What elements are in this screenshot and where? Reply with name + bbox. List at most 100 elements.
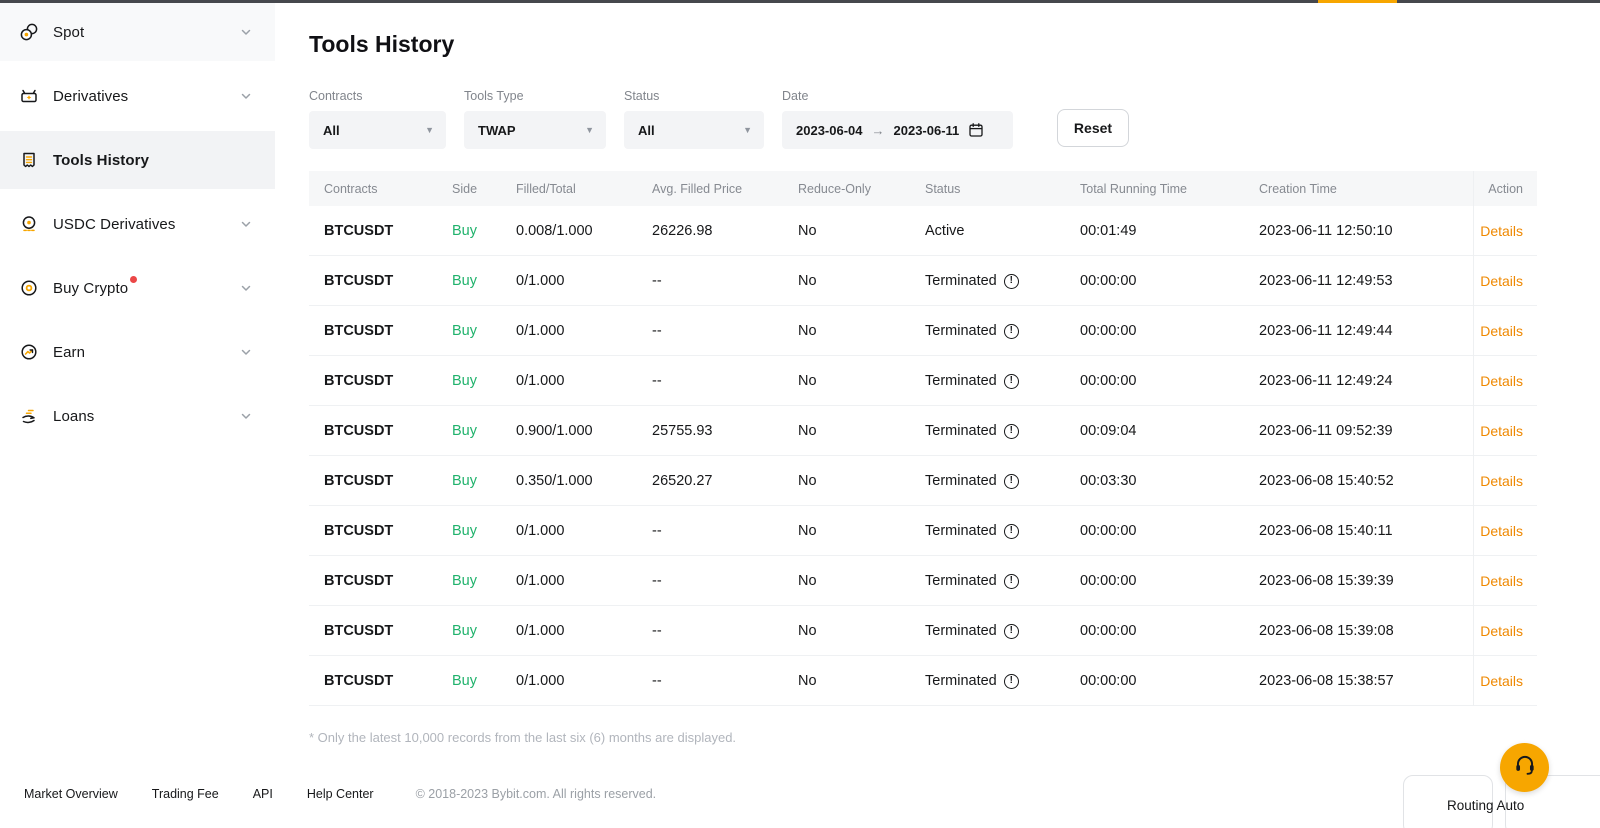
cell-filled-total: 0/1.000: [510, 273, 646, 289]
column-header-reduce-only: Reduce-Only: [792, 182, 919, 196]
footer-link-api[interactable]: API: [253, 787, 273, 801]
cell-status: Terminated !: [919, 573, 1074, 589]
cell-filled-total: 0.008/1.000: [510, 223, 646, 239]
caret-down-icon: ▼: [575, 125, 594, 135]
sidebar-item-earn[interactable]: Earn: [0, 323, 275, 381]
table-row: BTCUSDT Buy 0.008/1.000 26226.98 No Acti…: [309, 206, 1537, 256]
status-info-icon[interactable]: !: [1004, 524, 1019, 539]
details-link[interactable]: Details: [1480, 523, 1523, 539]
cell-total-running-time: 00:00:00: [1074, 523, 1253, 539]
details-link[interactable]: Details: [1480, 673, 1523, 689]
details-link[interactable]: Details: [1480, 473, 1523, 489]
cell-reduce-only: No: [792, 473, 919, 489]
cell-status: Terminated !: [919, 323, 1074, 339]
status-text: Terminated: [925, 323, 997, 339]
cell-side: Buy: [446, 673, 510, 689]
status-info-icon[interactable]: !: [1004, 574, 1019, 589]
status-info-icon[interactable]: !: [1004, 374, 1019, 389]
footer-link-help-center[interactable]: Help Center: [307, 787, 374, 801]
sidebar-item-buy-crypto[interactable]: Buy Crypto: [0, 259, 275, 317]
sidebar-item-loans[interactable]: Loans: [0, 387, 275, 445]
cell-action: Details: [1473, 256, 1537, 306]
earn-icon: [18, 341, 40, 363]
cell-action: Details: [1473, 206, 1537, 256]
cell-side: Buy: [446, 323, 510, 339]
records-note: * Only the latest 10,000 records from th…: [309, 730, 1537, 745]
cell-avg-filled-price: --: [646, 573, 792, 589]
cell-creation-time: 2023-06-08 15:39:39: [1253, 573, 1473, 589]
tools-history-icon: [18, 149, 40, 171]
cell-reduce-only: No: [792, 273, 919, 289]
footer: Market Overview Trading Fee API Help Cen…: [0, 779, 1600, 809]
notification-dot: [130, 276, 137, 283]
table-body: BTCUSDT Buy 0.008/1.000 26226.98 No Acti…: [309, 206, 1537, 706]
cell-status: Active: [919, 223, 1074, 239]
cell-total-running-time: 00:00:00: [1074, 273, 1253, 289]
date-filter-label: Date: [782, 89, 1013, 103]
contracts-filter: Contracts All ▼: [309, 89, 446, 149]
cell-filled-total: 0/1.000: [510, 523, 646, 539]
cell-avg-filled-price: --: [646, 523, 792, 539]
cell-total-running-time: 00:00:00: [1074, 323, 1253, 339]
reset-button[interactable]: Reset: [1057, 109, 1129, 147]
table-row: BTCUSDT Buy 0/1.000 -- No Terminated ! 0…: [309, 256, 1537, 306]
cell-creation-time: 2023-06-11 09:52:39: [1253, 423, 1473, 439]
sidebar-item-usdc-derivatives[interactable]: USDC Derivatives: [0, 195, 275, 253]
caret-down-icon: ▼: [733, 125, 752, 135]
sidebar-item-derivatives[interactable]: Derivatives: [0, 67, 275, 125]
details-link[interactable]: Details: [1480, 623, 1523, 639]
cell-creation-time: 2023-06-08 15:40:11: [1253, 523, 1473, 539]
status-info-icon[interactable]: !: [1004, 474, 1019, 489]
status-filter-label: Status: [624, 89, 764, 103]
cell-contracts: BTCUSDT: [309, 273, 446, 289]
status-info-icon[interactable]: !: [1004, 624, 1019, 639]
bybit-tools-history-page: Spot Derivatives: [0, 0, 1600, 828]
status-info-icon[interactable]: !: [1004, 274, 1019, 289]
cell-filled-total: 0.350/1.000: [510, 473, 646, 489]
cell-avg-filled-price: --: [646, 673, 792, 689]
status-info-icon[interactable]: !: [1004, 674, 1019, 689]
sidebar-item-label: Derivatives: [53, 88, 128, 105]
cell-creation-time: 2023-06-08 15:39:08: [1253, 623, 1473, 639]
details-link[interactable]: Details: [1480, 273, 1523, 289]
cell-filled-total: 0/1.000: [510, 573, 646, 589]
chevron-down-icon: [239, 89, 253, 103]
cell-contracts: BTCUSDT: [309, 573, 446, 589]
cell-side: Buy: [446, 423, 510, 439]
cell-contracts: BTCUSDT: [309, 473, 446, 489]
details-link[interactable]: Details: [1480, 323, 1523, 339]
sidebar-item-spot[interactable]: Spot: [0, 3, 275, 61]
tools-type-select[interactable]: TWAP ▼: [464, 111, 606, 149]
cell-status: Terminated !: [919, 273, 1074, 289]
status-info-icon[interactable]: !: [1004, 324, 1019, 339]
cell-contracts: BTCUSDT: [309, 623, 446, 639]
copyright-text: © 2018-2023 Bybit.com. All rights reserv…: [416, 787, 657, 801]
details-link[interactable]: Details: [1480, 223, 1523, 239]
column-header-filled-total: Filled/Total: [510, 182, 646, 196]
cell-side: Buy: [446, 273, 510, 289]
sidebar-item-label: USDC Derivatives: [53, 216, 175, 233]
support-chat-button[interactable]: [1500, 743, 1549, 792]
sidebar-item-tools-history[interactable]: Tools History: [0, 131, 275, 189]
status-text: Terminated: [925, 623, 997, 639]
contracts-select[interactable]: All ▼: [309, 111, 446, 149]
status-text: Terminated: [925, 673, 997, 689]
cell-avg-filled-price: --: [646, 323, 792, 339]
cell-action: Details: [1473, 306, 1537, 356]
details-link[interactable]: Details: [1480, 373, 1523, 389]
status-select[interactable]: All ▼: [624, 111, 764, 149]
cell-side: Buy: [446, 573, 510, 589]
status-info-icon[interactable]: !: [1004, 424, 1019, 439]
footer-link-market-overview[interactable]: Market Overview: [24, 787, 118, 801]
cell-contracts: BTCUSDT: [309, 673, 446, 689]
details-link[interactable]: Details: [1480, 573, 1523, 589]
date-from-value: 2023-06-04: [796, 123, 863, 138]
date-range-picker[interactable]: 2023-06-04 → 2023-06-11: [782, 111, 1013, 149]
chevron-down-icon: [239, 345, 253, 359]
details-link[interactable]: Details: [1480, 423, 1523, 439]
cell-creation-time: 2023-06-11 12:50:10: [1253, 223, 1473, 239]
footer-link-trading-fee[interactable]: Trading Fee: [152, 787, 219, 801]
cell-action: Details: [1473, 656, 1537, 706]
sidebar-item-label: Buy Crypto: [53, 280, 128, 297]
chevron-down-icon: [239, 281, 253, 295]
